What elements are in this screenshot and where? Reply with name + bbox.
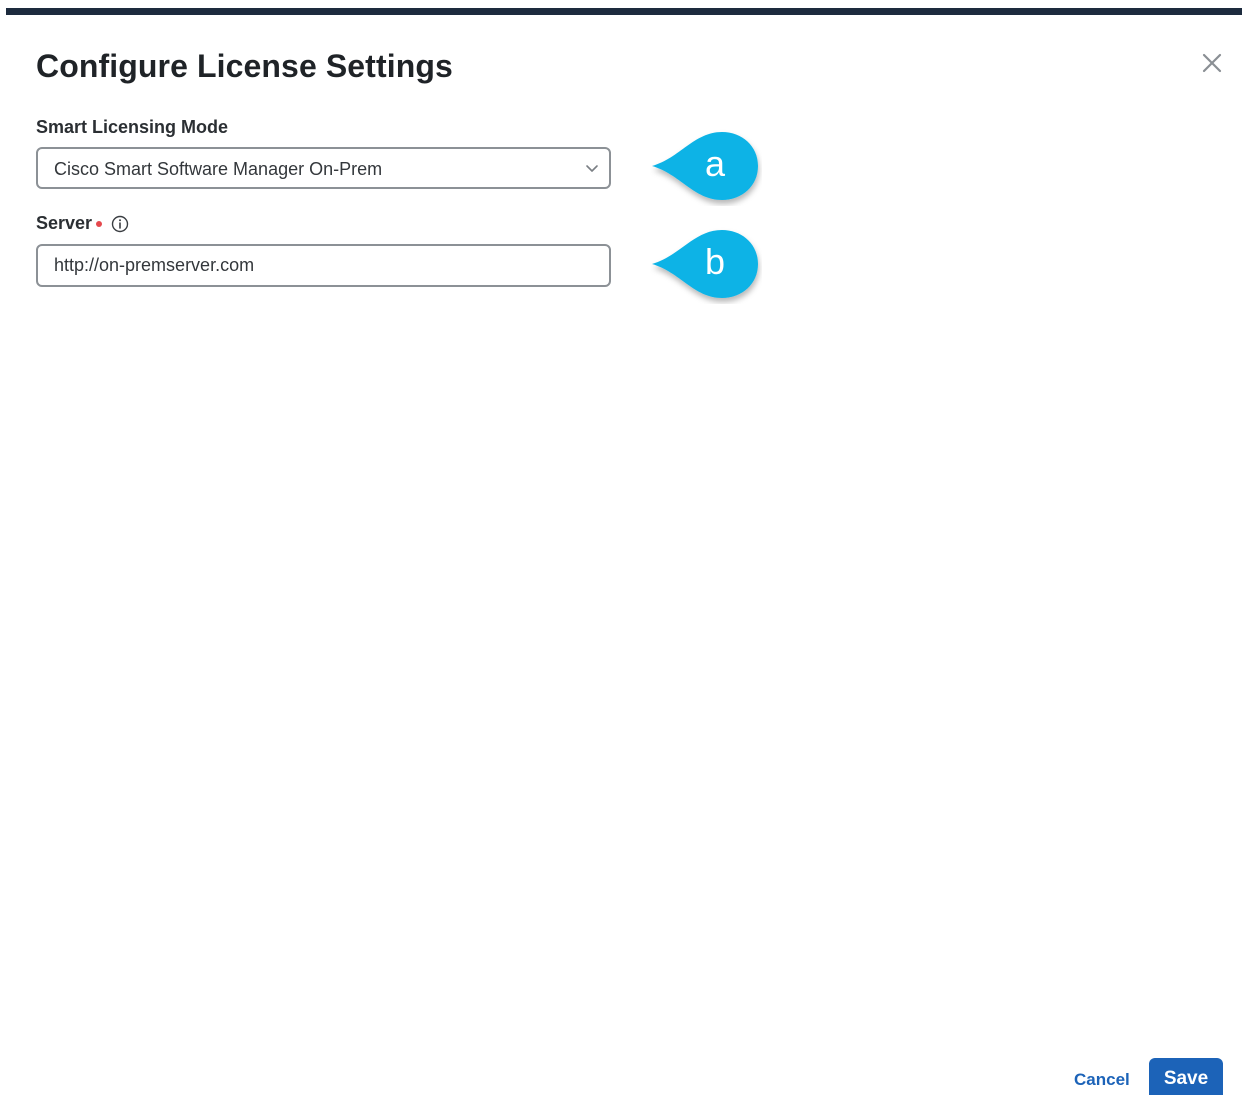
close-button[interactable] [1198, 49, 1226, 77]
callout-a-letter: a [704, 143, 726, 184]
dialog-title: Configure License Settings [36, 48, 453, 84]
smart-licensing-mode-select[interactable]: Cisco Smart Software Manager On-Prem [36, 147, 611, 189]
save-button[interactable]: Save [1149, 1058, 1223, 1095]
cancel-button[interactable]: Cancel [1068, 1066, 1136, 1094]
info-icon[interactable] [111, 215, 129, 233]
server-label-row: Server [36, 213, 129, 234]
dialog-top-bar [6, 8, 1242, 15]
callout-a: a [650, 128, 762, 206]
chevron-down-icon [586, 165, 598, 172]
smart-licensing-mode-value: Cisco Smart Software Manager On-Prem [54, 159, 383, 179]
callout-b-letter: b [704, 241, 726, 282]
configure-license-dialog: Configure License Settings Smart Licensi… [0, 0, 1246, 1095]
callout-b: b [650, 226, 762, 304]
close-icon [1202, 53, 1222, 73]
smart-licensing-mode-label: Smart Licensing Mode [36, 117, 229, 137]
required-indicator [96, 220, 103, 227]
server-input[interactable] [36, 244, 611, 287]
server-label: Server [36, 213, 93, 233]
